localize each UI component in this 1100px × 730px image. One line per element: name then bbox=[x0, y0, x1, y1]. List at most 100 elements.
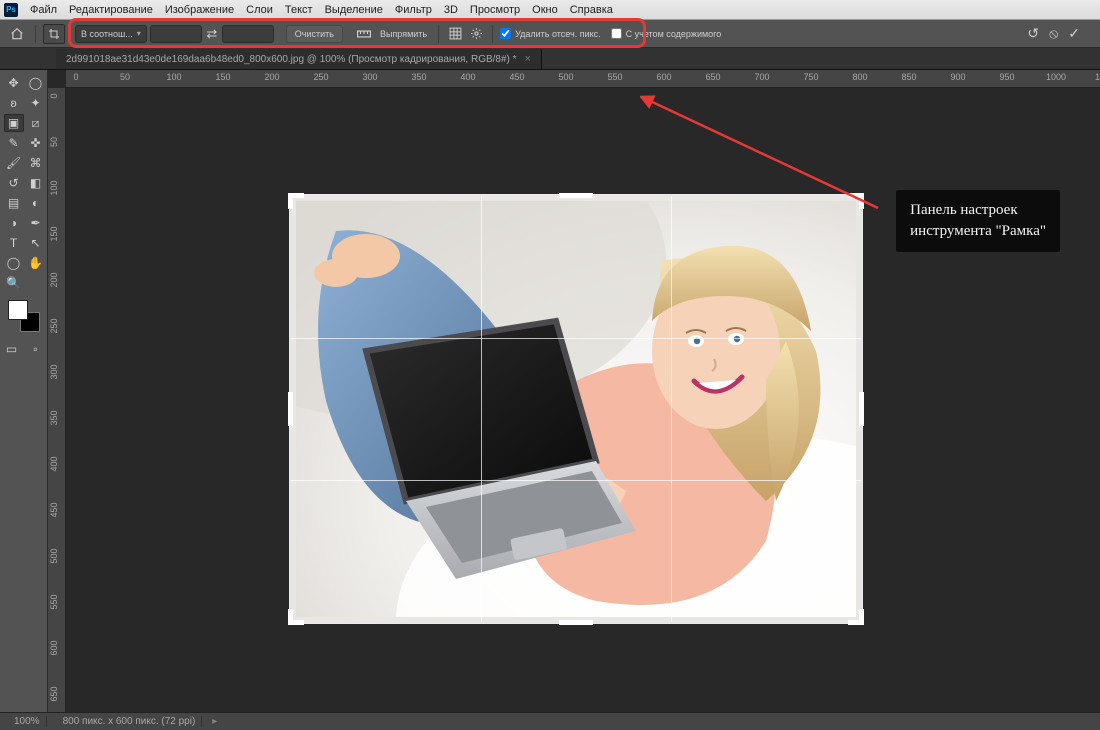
ruler-tick: 550 bbox=[607, 72, 622, 82]
overlay-grid-icon[interactable] bbox=[446, 25, 464, 43]
menu-layers[interactable]: Слои bbox=[240, 4, 279, 16]
tool-spot-heal-icon[interactable]: ✜ bbox=[26, 134, 46, 152]
content-aware-input[interactable] bbox=[611, 28, 622, 39]
status-dimensions: 800 пикс. x 600 пикс. (72 ppi) bbox=[57, 716, 203, 727]
menu-window[interactable]: Окно bbox=[526, 4, 564, 16]
crop-handle-left[interactable] bbox=[288, 392, 293, 426]
options-bar: В соотнош... ⇄ Очистить Выпрямить Удалит… bbox=[0, 20, 1100, 48]
menu-filter[interactable]: Фильтр bbox=[389, 4, 438, 16]
content-aware-checkbox[interactable]: С учетом содержимого bbox=[611, 28, 722, 39]
ruler-tick: 400 bbox=[49, 456, 63, 471]
tool-blur-icon[interactable]: ◐ bbox=[26, 194, 46, 212]
tool-context-crop-icon[interactable] bbox=[43, 24, 65, 44]
toolbox: ✥◯ʚ✦▣⧄✎✜🖌⌘↺◧▤◐◑✒T↖◯✋🔍 ▭ ▫ bbox=[0, 70, 48, 712]
status-chevron-icon[interactable]: ▸ bbox=[212, 716, 217, 727]
straighten-ruler-icon[interactable] bbox=[355, 25, 373, 43]
crop-handle-right[interactable] bbox=[859, 392, 864, 426]
color-swatches[interactable] bbox=[8, 300, 40, 332]
tool-path-select-icon[interactable]: ↖ bbox=[26, 234, 46, 252]
tool-brush-icon[interactable]: 🖌 bbox=[4, 154, 24, 172]
canvas-area[interactable] bbox=[66, 88, 1100, 712]
menu-help[interactable]: Справка bbox=[564, 4, 619, 16]
menu-3d[interactable]: 3D bbox=[438, 4, 464, 16]
crop-handle-bottom-right[interactable] bbox=[844, 605, 864, 625]
ruler-tick: 350 bbox=[49, 410, 63, 425]
home-icon[interactable] bbox=[6, 24, 28, 44]
ruler-tick: 700 bbox=[754, 72, 769, 82]
app-logo: Ps bbox=[4, 3, 18, 17]
ruler-tick: 850 bbox=[901, 72, 916, 82]
crop-height-input[interactable] bbox=[222, 25, 274, 43]
tool-lasso-icon[interactable]: ʚ bbox=[4, 94, 24, 112]
ruler-tick: 450 bbox=[509, 72, 524, 82]
separator bbox=[35, 25, 36, 43]
crop-handle-top[interactable] bbox=[559, 193, 593, 198]
horizontal-ruler[interactable]: 0501001502002503003504004505005506006507… bbox=[66, 70, 1100, 88]
screen-mode-icon[interactable]: ▫ bbox=[26, 340, 46, 358]
vertical-ruler[interactable]: 0501001502002503003504004505005506006507… bbox=[48, 88, 66, 712]
clear-button[interactable]: Очистить bbox=[286, 25, 343, 43]
ruler-tick: 200 bbox=[264, 72, 279, 82]
tool-slice-icon[interactable]: ⧄ bbox=[26, 114, 46, 132]
crop-width-input[interactable] bbox=[150, 25, 202, 43]
menu-edit[interactable]: Редактирование bbox=[63, 4, 159, 16]
delete-cropped-input[interactable] bbox=[500, 28, 511, 39]
crop-handle-bottom[interactable] bbox=[559, 620, 593, 625]
tool-eraser-icon[interactable]: ◧ bbox=[26, 174, 46, 192]
tool-pen-icon[interactable]: ✒ bbox=[26, 214, 46, 232]
crop-grid-line bbox=[291, 480, 861, 481]
crop-grid-line bbox=[481, 196, 482, 622]
ruler-tick: 1050 bbox=[1095, 72, 1100, 82]
separator bbox=[492, 25, 493, 43]
quick-mask-icon[interactable]: ▭ bbox=[2, 340, 22, 358]
menu-file[interactable]: Файл bbox=[24, 4, 63, 16]
straighten-button[interactable]: Выпрямить bbox=[376, 25, 431, 43]
tool-ellipse-shape-icon[interactable]: ◯ bbox=[4, 254, 24, 272]
document-tab[interactable]: 2d991018ae31d43e0de169daa6b48ed0_800x600… bbox=[56, 49, 542, 69]
swap-dimensions-icon[interactable]: ⇄ bbox=[205, 26, 219, 42]
tool-crop-icon[interactable]: ▣ bbox=[4, 114, 24, 132]
foreground-swatch[interactable] bbox=[8, 300, 28, 320]
close-tab-icon[interactable]: × bbox=[525, 53, 531, 65]
crop-handle-top-right[interactable] bbox=[844, 193, 864, 213]
tool-magic-wand-icon[interactable]: ✦ bbox=[26, 94, 46, 112]
tool-history-brush-icon[interactable]: ↺ bbox=[4, 174, 24, 192]
crop-grid-line bbox=[671, 196, 672, 622]
cancel-crop-icon[interactable]: ⦸ bbox=[1049, 25, 1058, 42]
ruler-tick: 350 bbox=[411, 72, 426, 82]
tool-gradient-icon[interactable]: ▤ bbox=[4, 194, 24, 212]
crop-grid-line bbox=[291, 338, 861, 339]
tool-eyedropper-icon[interactable]: ✎ bbox=[4, 134, 24, 152]
ruler-tick: 100 bbox=[49, 180, 63, 195]
ruler-tick: 500 bbox=[558, 72, 573, 82]
tool-dodge-icon[interactable]: ◑ bbox=[4, 214, 24, 232]
tool-move-icon[interactable]: ✥ bbox=[4, 74, 24, 92]
commit-crop-icon[interactable]: ✓ bbox=[1068, 25, 1080, 42]
tool-type-icon[interactable]: T bbox=[4, 234, 24, 252]
menu-select[interactable]: Выделение bbox=[319, 4, 389, 16]
delete-cropped-checkbox[interactable]: Удалить отсеч. пикс. bbox=[500, 28, 601, 39]
crop-frame[interactable] bbox=[291, 196, 861, 622]
status-zoom[interactable]: 100% bbox=[8, 716, 47, 727]
tool-marquee-ellipse-icon[interactable]: ◯ bbox=[26, 74, 46, 92]
menu-bar: Ps Файл Редактирование Изображение Слои … bbox=[0, 0, 1100, 20]
menu-text[interactable]: Текст bbox=[279, 4, 319, 16]
crop-handle-bottom-left[interactable] bbox=[288, 605, 308, 625]
ruler-tick: 250 bbox=[313, 72, 328, 82]
ruler-tick: 100 bbox=[166, 72, 181, 82]
crop-ratio-preset-select[interactable]: В соотнош... bbox=[75, 25, 147, 43]
crop-handle-top-left[interactable] bbox=[288, 193, 308, 213]
tool-clone-icon[interactable]: ⌘ bbox=[26, 154, 46, 172]
ruler-tick: 0 bbox=[73, 72, 78, 82]
menu-view[interactable]: Просмотр bbox=[464, 4, 526, 16]
ruler-tick: 750 bbox=[803, 72, 818, 82]
tool-hand-icon[interactable]: ✋ bbox=[26, 254, 46, 272]
menu-image[interactable]: Изображение bbox=[159, 4, 240, 16]
ruler-tick: 500 bbox=[49, 548, 63, 563]
ruler-tick: 800 bbox=[852, 72, 867, 82]
ruler-tick: 600 bbox=[656, 72, 671, 82]
ruler-tick: 400 bbox=[460, 72, 475, 82]
reset-crop-icon[interactable]: ↺ bbox=[1027, 25, 1039, 42]
crop-options-gear-icon[interactable] bbox=[467, 25, 485, 43]
tool-zoom-icon[interactable]: 🔍 bbox=[4, 274, 24, 292]
